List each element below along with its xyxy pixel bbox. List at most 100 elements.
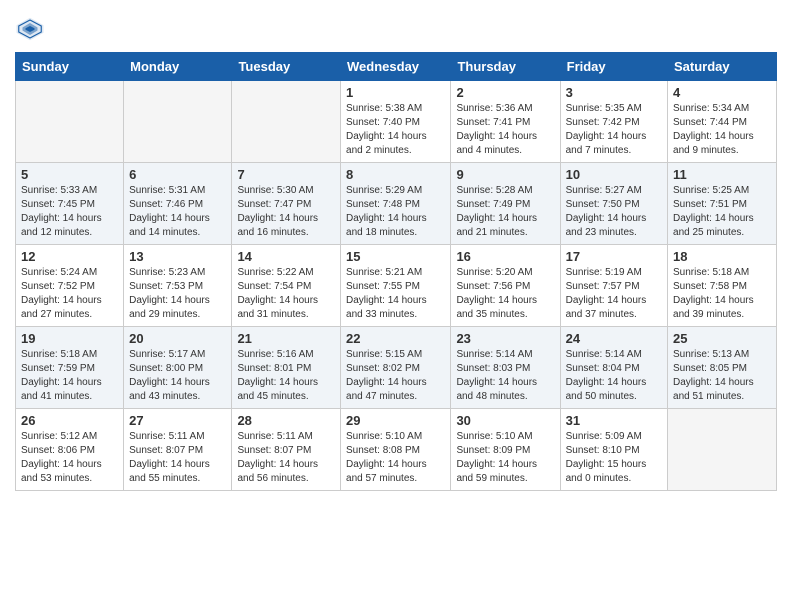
day-info: Sunrise: 5:13 AM Sunset: 8:05 PM Dayligh…: [673, 348, 771, 404]
calendar-cell: 21 Sunrise: 5:16 AM Sunset: 8:01 PM Dayli…: [232, 327, 341, 409]
week-row-2: 5 Sunrise: 5:33 AM Sunset: 7:45 PM Daylig…: [16, 163, 777, 245]
calendar-cell: 13 Sunrise: 5:23 AM Sunset: 7:53 PM Dayli…: [124, 245, 232, 327]
calendar-cell: 15 Sunrise: 5:21 AM Sunset: 7:55 PM Dayli…: [341, 245, 451, 327]
calendar-cell: 1Sunrise: 5:38 AM Sunset: 7:40 PM Daylig…: [341, 81, 451, 163]
day-info: Sunrise: 5:27 AM Sunset: 7:50 PM Dayligh…: [566, 184, 662, 240]
calendar-cell: 5 Sunrise: 5:33 AM Sunset: 7:45 PM Daylig…: [16, 163, 124, 245]
calendar-cell: 2 Sunrise: 5:36 AM Sunset: 7:41 PM Daylig…: [451, 81, 560, 163]
day-number: 14: [237, 249, 335, 264]
calendar-cell: 25 Sunrise: 5:13 AM Sunset: 8:05 PM Dayli…: [668, 327, 777, 409]
header: [15, 10, 777, 44]
calendar-cell: 17Sunrise: 5:19 AM Sunset: 7:57 PM Dayli…: [560, 245, 667, 327]
day-number: 19: [21, 331, 118, 346]
logo: [15, 14, 49, 44]
calendar-body: 1Sunrise: 5:38 AM Sunset: 7:40 PM Daylig…: [16, 81, 777, 491]
calendar-cell: 16 Sunrise: 5:20 AM Sunset: 7:56 PM Dayli…: [451, 245, 560, 327]
day-number: 13: [129, 249, 226, 264]
calendar-cell: 10 Sunrise: 5:27 AM Sunset: 7:50 PM Dayli…: [560, 163, 667, 245]
day-info: Sunrise: 5:28 AM Sunset: 7:49 PM Dayligh…: [456, 184, 554, 240]
day-number: 30: [456, 413, 554, 428]
day-number: 12: [21, 249, 118, 264]
calendar-cell: 8 Sunrise: 5:29 AM Sunset: 7:48 PM Daylig…: [341, 163, 451, 245]
calendar-cell: 20Sunrise: 5:17 AM Sunset: 8:00 PM Dayli…: [124, 327, 232, 409]
header-day-tuesday: Tuesday: [232, 53, 341, 81]
week-row-3: 12Sunrise: 5:24 AM Sunset: 7:52 PM Dayli…: [16, 245, 777, 327]
header-day-wednesday: Wednesday: [341, 53, 451, 81]
calendar-cell: 4Sunrise: 5:34 AM Sunset: 7:44 PM Daylig…: [668, 81, 777, 163]
day-number: 20: [129, 331, 226, 346]
day-number: 24: [566, 331, 662, 346]
header-row: SundayMondayTuesdayWednesdayThursdayFrid…: [16, 53, 777, 81]
day-info: Sunrise: 5:21 AM Sunset: 7:55 PM Dayligh…: [346, 266, 445, 322]
calendar-header: SundayMondayTuesdayWednesdayThursdayFrid…: [16, 53, 777, 81]
day-info: Sunrise: 5:33 AM Sunset: 7:45 PM Dayligh…: [21, 184, 118, 240]
header-day-monday: Monday: [124, 53, 232, 81]
day-number: 8: [346, 167, 445, 182]
calendar-cell: 14 Sunrise: 5:22 AM Sunset: 7:54 PM Dayli…: [232, 245, 341, 327]
day-number: 31: [566, 413, 662, 428]
week-row-4: 19 Sunrise: 5:18 AM Sunset: 7:59 PM Dayli…: [16, 327, 777, 409]
day-info: Sunrise: 5:30 AM Sunset: 7:47 PM Dayligh…: [237, 184, 335, 240]
day-info: Sunrise: 5:34 AM Sunset: 7:44 PM Dayligh…: [673, 102, 771, 158]
day-info: Sunrise: 5:14 AM Sunset: 8:04 PM Dayligh…: [566, 348, 662, 404]
calendar-cell: 6 Sunrise: 5:31 AM Sunset: 7:46 PM Daylig…: [124, 163, 232, 245]
calendar-cell: 26Sunrise: 5:12 AM Sunset: 8:06 PM Dayli…: [16, 409, 124, 491]
day-info: Sunrise: 5:16 AM Sunset: 8:01 PM Dayligh…: [237, 348, 335, 404]
day-number: 3: [566, 85, 662, 100]
calendar-cell: 24 Sunrise: 5:14 AM Sunset: 8:04 PM Dayli…: [560, 327, 667, 409]
day-info: Sunrise: 5:15 AM Sunset: 8:02 PM Dayligh…: [346, 348, 445, 404]
day-info: Sunrise: 5:10 AM Sunset: 8:09 PM Dayligh…: [456, 430, 554, 486]
header-day-friday: Friday: [560, 53, 667, 81]
calendar-cell: 31 Sunrise: 5:09 AM Sunset: 8:10 PM Dayli…: [560, 409, 667, 491]
calendar-cell: [124, 81, 232, 163]
calendar-cell: 22Sunrise: 5:15 AM Sunset: 8:02 PM Dayli…: [341, 327, 451, 409]
header-day-sunday: Sunday: [16, 53, 124, 81]
day-number: 9: [456, 167, 554, 182]
day-number: 16: [456, 249, 554, 264]
day-info: Sunrise: 5:35 AM Sunset: 7:42 PM Dayligh…: [566, 102, 662, 158]
day-number: 2: [456, 85, 554, 100]
day-info: Sunrise: 5:25 AM Sunset: 7:51 PM Dayligh…: [673, 184, 771, 240]
day-number: 25: [673, 331, 771, 346]
calendar-cell: 7 Sunrise: 5:30 AM Sunset: 7:47 PM Daylig…: [232, 163, 341, 245]
day-info: Sunrise: 5:31 AM Sunset: 7:46 PM Dayligh…: [129, 184, 226, 240]
day-info: Sunrise: 5:22 AM Sunset: 7:54 PM Dayligh…: [237, 266, 335, 322]
day-info: Sunrise: 5:36 AM Sunset: 7:41 PM Dayligh…: [456, 102, 554, 158]
day-info: Sunrise: 5:18 AM Sunset: 7:58 PM Dayligh…: [673, 266, 771, 322]
day-number: 1: [346, 85, 445, 100]
day-info: Sunrise: 5:11 AM Sunset: 8:07 PM Dayligh…: [129, 430, 226, 486]
day-info: Sunrise: 5:09 AM Sunset: 8:10 PM Dayligh…: [566, 430, 662, 486]
calendar-cell: 11 Sunrise: 5:25 AM Sunset: 7:51 PM Dayli…: [668, 163, 777, 245]
day-info: Sunrise: 5:11 AM Sunset: 8:07 PM Dayligh…: [237, 430, 335, 486]
header-day-saturday: Saturday: [668, 53, 777, 81]
day-number: 10: [566, 167, 662, 182]
day-info: Sunrise: 5:18 AM Sunset: 7:59 PM Dayligh…: [21, 348, 118, 404]
calendar-cell: [232, 81, 341, 163]
day-number: 6: [129, 167, 226, 182]
day-number: 29: [346, 413, 445, 428]
calendar-cell: 9 Sunrise: 5:28 AM Sunset: 7:49 PM Daylig…: [451, 163, 560, 245]
day-number: 27: [129, 413, 226, 428]
day-number: 23: [456, 331, 554, 346]
calendar-cell: 3 Sunrise: 5:35 AM Sunset: 7:42 PM Daylig…: [560, 81, 667, 163]
day-number: 21: [237, 331, 335, 346]
calendar-cell: [16, 81, 124, 163]
calendar-table: SundayMondayTuesdayWednesdayThursdayFrid…: [15, 52, 777, 491]
day-number: 7: [237, 167, 335, 182]
calendar-cell: [668, 409, 777, 491]
calendar-cell: 18 Sunrise: 5:18 AM Sunset: 7:58 PM Dayli…: [668, 245, 777, 327]
calendar-cell: 23 Sunrise: 5:14 AM Sunset: 8:03 PM Dayli…: [451, 327, 560, 409]
day-number: 26: [21, 413, 118, 428]
day-number: 18: [673, 249, 771, 264]
day-info: Sunrise: 5:23 AM Sunset: 7:53 PM Dayligh…: [129, 266, 226, 322]
calendar-cell: 12Sunrise: 5:24 AM Sunset: 7:52 PM Dayli…: [16, 245, 124, 327]
day-info: Sunrise: 5:20 AM Sunset: 7:56 PM Dayligh…: [456, 266, 554, 322]
day-number: 11: [673, 167, 771, 182]
day-info: Sunrise: 5:14 AM Sunset: 8:03 PM Dayligh…: [456, 348, 554, 404]
day-number: 28: [237, 413, 335, 428]
day-number: 5: [21, 167, 118, 182]
calendar-cell: 30 Sunrise: 5:10 AM Sunset: 8:09 PM Dayli…: [451, 409, 560, 491]
day-info: Sunrise: 5:29 AM Sunset: 7:48 PM Dayligh…: [346, 184, 445, 240]
day-number: 15: [346, 249, 445, 264]
logo-icon: [15, 14, 45, 44]
